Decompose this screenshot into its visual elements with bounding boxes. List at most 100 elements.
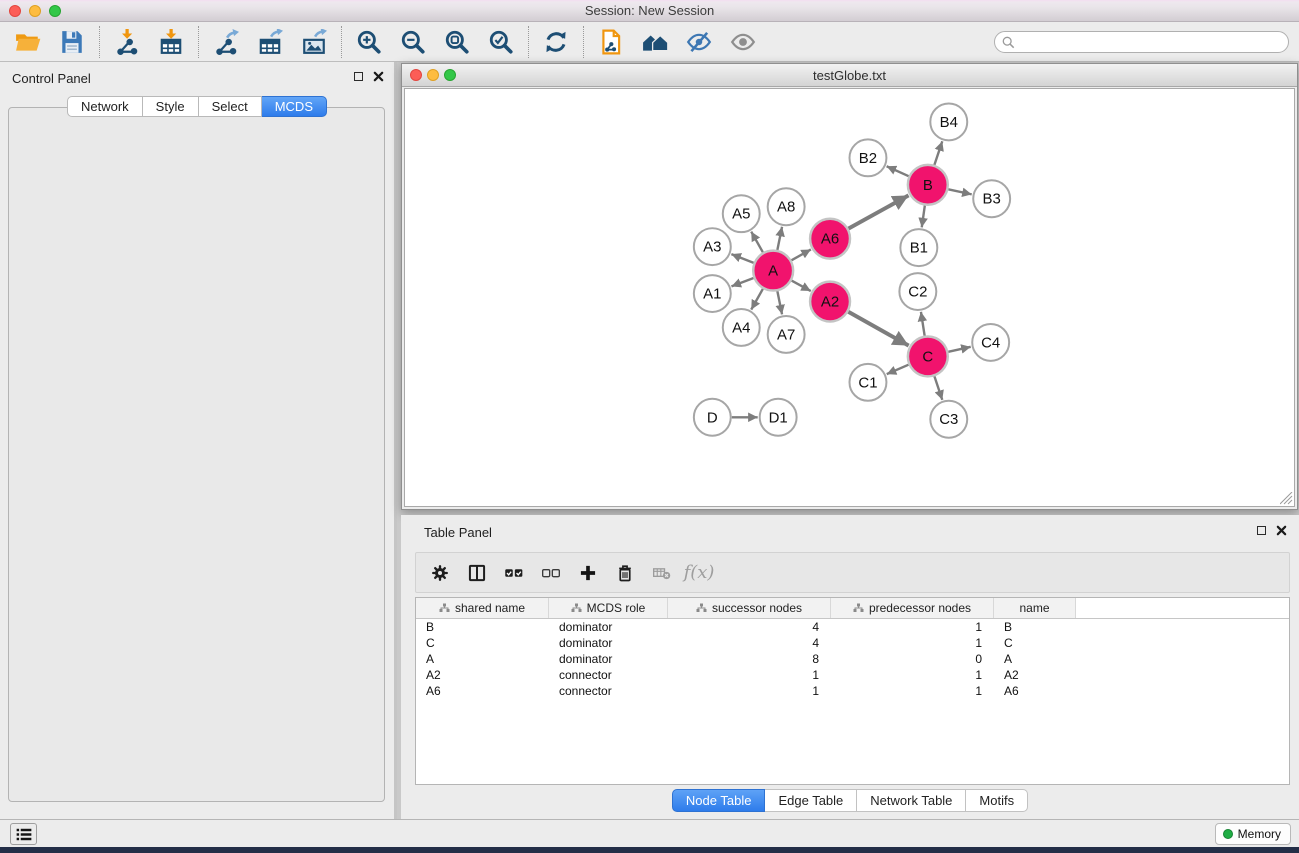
graph-node-label: C2 [908,284,927,301]
graph-edge-C-C1[interactable] [887,365,909,374]
float-panel-icon[interactable] [354,72,363,81]
show-graphics-details-button[interactable] [729,28,757,56]
graph-edge-A-A5[interactable] [751,232,763,253]
control-panel-tabs: Network Style Select MCDS [0,96,394,117]
import-network-button[interactable] [113,28,141,56]
app-titlebar: Session: New Session [0,0,1299,22]
open-folder-icon [15,29,41,55]
delete-column-button[interactable] [614,562,636,584]
column-header-shared-name[interactable]: shared name [416,598,549,618]
table-cell: dominator [549,620,668,634]
tab-network-table[interactable]: Network Table [857,789,966,812]
zoom-out-button[interactable] [399,28,427,56]
close-panel-icon[interactable] [373,71,384,82]
graph-edge-A-A4[interactable] [751,289,763,310]
zoom-selected-button[interactable] [487,28,515,56]
add-column-button[interactable] [577,562,599,584]
home-button[interactable] [641,28,669,56]
graph-edge-A6-B[interactable] [848,195,908,228]
graph-edge-B-B4[interactable] [934,141,942,165]
graph-edge-B-B1[interactable] [922,206,925,228]
table-settings-button[interactable] [429,562,451,584]
tab-motifs[interactable]: Motifs [966,789,1028,812]
table-row[interactable]: A2connector11A2 [416,667,1289,683]
split-view-button[interactable] [466,562,488,584]
graph-node-label: A7 [777,326,795,343]
graph-node-label: B2 [859,150,877,167]
tab-select[interactable]: Select [199,96,262,117]
graph-edge-B-B3[interactable] [948,189,971,194]
graph-edge-A-A6[interactable] [791,249,810,260]
column-header-predecessor-nodes[interactable]: predecessor nodes [831,598,994,618]
open-session-button[interactable] [14,28,42,56]
graph-edge-A-A2[interactable] [792,281,811,291]
graph-edge-A-A8[interactable] [777,227,782,250]
table-row[interactable]: Cdominator41C [416,635,1289,651]
graph-edge-C-C2[interactable] [921,312,925,336]
table-cell: dominator [549,652,668,666]
table-cell: 1 [668,668,831,682]
eye-icon [730,29,756,55]
graph-node-label: B4 [940,114,958,131]
import-table-button[interactable] [157,28,185,56]
network-view[interactable]: B4B2BB3A8A5A6A3B1AA1C2A2A4A7C4CC1C3DD1 [404,88,1295,507]
gear-icon [430,563,450,583]
delete-table-button[interactable] [651,562,673,584]
function-builder-button[interactable]: f(x) [688,562,710,584]
graph-node-label: A [768,263,778,280]
column-header-MCDS-role[interactable]: MCDS role [549,598,668,618]
column-header-name[interactable]: name [994,598,1076,618]
save-session-button[interactable] [58,28,86,56]
hide-graphics-details-button[interactable] [685,28,713,56]
tab-edge-table[interactable]: Edge Table [765,789,857,812]
graph-edge-A2-C[interactable] [848,312,908,346]
table-row[interactable]: Bdominator41B [416,619,1289,635]
float-table-panel-icon[interactable] [1257,526,1266,535]
export-network-button[interactable] [212,28,240,56]
table-cell: A6 [416,684,549,698]
export-table-button[interactable] [256,28,284,56]
zoom-fit-button[interactable] [443,28,471,56]
select-all-button[interactable] [503,562,525,584]
app-title: Session: New Session [0,3,1299,18]
close-table-panel-icon[interactable] [1276,525,1287,536]
zoom-in-button[interactable] [355,28,383,56]
network-graph[interactable]: B4B2BB3A8A5A6A3B1AA1C2A2A4A7C4CC1C3DD1 [405,89,1294,506]
table-cell: B [416,620,549,634]
window-resize-grip[interactable] [1280,492,1293,505]
graph-edge-A-A7[interactable] [777,291,782,314]
column-header-successor-nodes[interactable]: successor nodes [668,598,831,618]
control-panel: Control Panel Network Style Select MCDS … [0,62,397,819]
control-panel-title: Control Panel [12,71,91,86]
tab-style[interactable]: Style [143,96,199,117]
deselect-all-button[interactable] [540,562,562,584]
graph-edge-B-B2[interactable] [887,166,909,176]
graph-edge-A-A3[interactable] [731,254,753,263]
network-window-titlebar[interactable]: testGlobe.txt [402,64,1297,87]
memory-status-icon [1223,829,1233,839]
graph-edge-C-C3[interactable] [934,376,942,400]
graph-edge-A-A1[interactable] [731,278,753,286]
network-from-file-button[interactable] [597,28,625,56]
graph-edge-C-C4[interactable] [948,347,970,352]
mcds-tab-panel [8,107,385,802]
graph-node-label: A1 [703,286,721,303]
node-table: shared nameMCDS rolesuccessor nodesprede… [415,597,1290,785]
table-panel-title: Table Panel [424,525,492,540]
search-input[interactable] [1020,33,1288,51]
graph-node-label: A5 [732,206,750,223]
tab-network[interactable]: Network [67,96,143,117]
show-panels-button[interactable] [10,823,37,845]
refresh-layout-button[interactable] [542,28,570,56]
desktop-strip [0,847,1299,853]
memory-button[interactable]: Memory [1215,823,1291,845]
graph-node-label: A4 [732,319,750,336]
table-row[interactable]: A6connector11A6 [416,683,1289,699]
table-panel: Table Panel [401,515,1299,819]
tab-node-table[interactable]: Node Table [672,789,766,812]
zoom-out-icon [400,29,426,55]
tab-mcds[interactable]: MCDS [262,96,327,117]
export-image-button[interactable] [300,28,328,56]
table-toolbar: f(x) [415,552,1290,593]
table-row[interactable]: Adominator80A [416,651,1289,667]
